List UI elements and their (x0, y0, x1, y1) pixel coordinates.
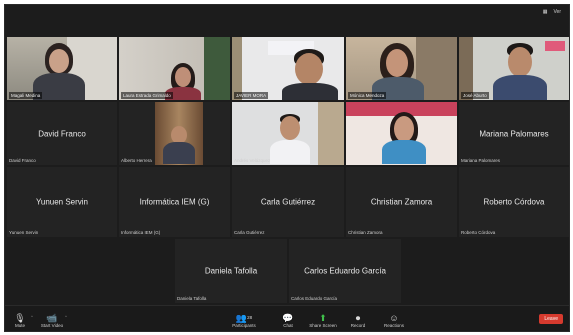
participant-name: Magali Medina (9, 92, 43, 99)
video-tile[interactable]: Mónica Mendoza (346, 37, 457, 100)
reactions-icon: ☺ (389, 313, 399, 323)
participant-name: Mónica Mendoza (348, 92, 387, 99)
participant-tile[interactable]: Mariana Palomares Mariana Palomares (459, 102, 569, 165)
record-button[interactable]: ⏺ Record (345, 313, 371, 328)
participant-big-name: Mariana Palomares (479, 129, 549, 138)
video-tile[interactable]: JAVIER MORA (232, 37, 344, 100)
microphone-icon: 🎙 (14, 313, 26, 323)
participant-tile[interactable]: Carlos Eduardo García Carlos Eduardo Gar… (289, 239, 401, 303)
chevron-up-icon[interactable]: ^ (65, 314, 67, 319)
participant-name: Yunuen Servin (9, 230, 39, 235)
reactions-button[interactable]: ☺ Reactions (379, 313, 409, 328)
chat-icon: 💬 (282, 313, 294, 323)
participant-name: Carla Gutiérrez (234, 230, 265, 235)
participant-tile[interactable]: Yunuen Servin Yunuen Servin (7, 167, 117, 237)
share-screen-button[interactable]: ⬆ Share Screen (305, 313, 341, 328)
leave-button[interactable]: Leave (539, 314, 563, 324)
participant-big-name: Carla Gutiérrez (260, 197, 316, 207)
participants-button[interactable]: 👥28 Participants (229, 313, 259, 328)
participants-icon: 👥28 (235, 313, 253, 323)
view-button[interactable]: ▦ Ver (543, 9, 561, 15)
participant-big-name: Yunuen Servin (35, 197, 89, 207)
participant-tile[interactable]: Carla Gutiérrez Carla Gutiérrez (232, 167, 344, 237)
participant-big-name: David Franco (38, 129, 86, 138)
participant-tile[interactable]: Christian Zamora Christian Zamora (346, 167, 457, 237)
record-icon: ⏺ (355, 313, 361, 323)
chat-button[interactable]: 💬 Chat (275, 313, 301, 328)
meeting-toolbar: 🎙 Mute ^ 📹 Start Video ^ 👥28 Participant… (5, 305, 569, 331)
participant-name: Mariana Palomares (461, 158, 501, 163)
video-tile[interactable] (346, 102, 457, 165)
grid-icon: ▦ (542, 9, 548, 15)
participant-tile[interactable]: Roberto Córdova Roberto Córdova (459, 167, 569, 237)
participant-big-name: Carlos Eduardo García (304, 266, 386, 276)
participant-big-name: Daniela Tafolla (204, 266, 258, 276)
video-tile[interactable]: Andrés Velázquez (232, 102, 344, 165)
chevron-up-icon[interactable]: ^ (31, 314, 33, 319)
participant-big-name: Roberto Córdova (483, 197, 545, 207)
participant-tile[interactable]: David Franco David Franco (7, 102, 117, 165)
participant-big-name: Christian Zamora (370, 197, 433, 207)
video-tile[interactable]: José Aburto (459, 37, 569, 100)
participant-name: Laura Estrada Grimaldo (121, 92, 173, 99)
meeting-window: ▦ Ver Magali Medina Laura Estrada Grimal… (4, 4, 570, 332)
video-camera-icon: 📹 (46, 313, 58, 323)
participant-name: Roberto Córdova (461, 230, 496, 235)
participant-tile[interactable]: Daniela Tafolla Daniela Tafolla (175, 239, 287, 303)
participant-tile[interactable]: Informática IEM (G) Informática IEM (G) (119, 167, 230, 237)
start-video-button[interactable]: 📹 Start Video (39, 313, 65, 328)
participant-name: Daniela Tafolla (177, 296, 207, 301)
video-tile[interactable]: Laura Estrada Grimaldo (119, 37, 230, 100)
mute-button[interactable]: 🎙 Mute (7, 313, 33, 328)
video-tile[interactable]: Magali Medina (7, 37, 117, 100)
participant-name: José Aburto (461, 92, 489, 99)
participant-big-name: Informática IEM (G) (139, 197, 210, 207)
participant-name: Informática IEM (G) (121, 230, 161, 235)
top-bar: ▦ Ver (5, 5, 569, 37)
participant-name: Alberto Herrera (121, 158, 152, 163)
participants-count: 28 (247, 315, 253, 320)
participant-name: Carlos Eduardo García (291, 296, 338, 301)
participant-name: David Franco (9, 158, 36, 163)
share-screen-icon: ⬆ (319, 313, 327, 323)
participant-name: JAVIER MORA (234, 92, 269, 99)
participant-name: Christian Zamora (348, 230, 383, 235)
video-tile[interactable]: Alberto Herrera (119, 102, 230, 165)
participant-name: Andrés Velázquez (234, 158, 271, 163)
